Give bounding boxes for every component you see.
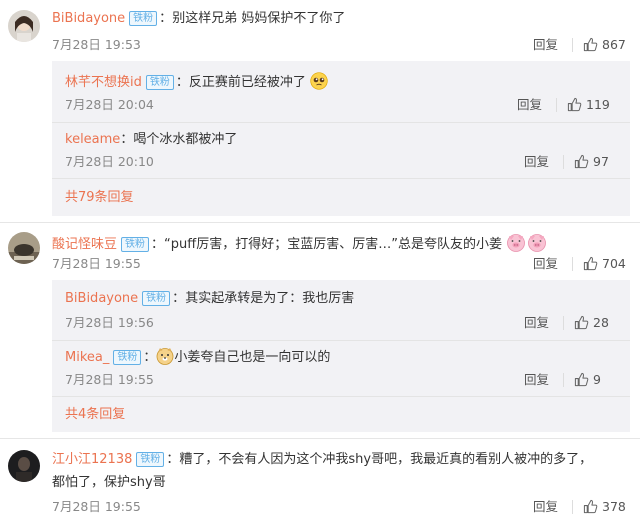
like-button[interactable]: 97 xyxy=(574,154,609,170)
username[interactable]: Mikea_ xyxy=(65,350,109,365)
like-button[interactable]: 9 xyxy=(574,372,601,388)
avatar[interactable] xyxy=(8,232,40,264)
pig-face-emoji xyxy=(506,232,548,258)
username[interactable]: BiBidayone xyxy=(52,11,125,26)
comment-line-2: 都怕了，保护shy哥 xyxy=(52,474,166,492)
like-count: 704 xyxy=(602,256,626,271)
more-replies-link[interactable]: 共4条回复 xyxy=(65,406,125,424)
comment-line: 江小江12138 铁粉 ：糟了，不会有人因为这个冲我shy哥吧，我最近真的看别人被冲… xyxy=(52,452,593,467)
timestamp: 7月28日 19:53 xyxy=(52,37,141,52)
like-count: 9 xyxy=(593,372,601,387)
username[interactable]: 酸记怪味豆 xyxy=(52,237,117,252)
like-count: 867 xyxy=(602,37,626,52)
reply-divider xyxy=(52,340,630,341)
reply-divider xyxy=(52,122,630,123)
more-replies-link[interactable]: 共79条回复 xyxy=(65,189,134,207)
replies-box: BiBidayone 铁粉 ：其实起承转是为了：我也厉害 7月28日 19:56 回… xyxy=(52,280,630,432)
timestamp: 7月28日 19:56 xyxy=(65,315,154,330)
comment-line: BiBidayone 铁粉 ：别这样兄弟 妈妈保护不了你了 xyxy=(52,11,346,26)
reply-text: 反正赛前已经被冲了 xyxy=(188,75,306,90)
thumbs-up-icon xyxy=(567,97,582,112)
doge-emoji xyxy=(156,347,174,371)
comment-text: “puff厉害，打得好；宝蓝厉害、厉害…”总是夸队友的小姜 xyxy=(164,237,502,252)
like-button[interactable]: 704 xyxy=(583,256,626,272)
thumbs-up-icon xyxy=(574,315,589,330)
thumbs-up-icon xyxy=(574,154,589,169)
fan-badge: 铁粉 xyxy=(142,291,171,306)
timestamp: 7月28日 19:55 xyxy=(52,499,141,514)
fan-badge: 铁粉 xyxy=(129,11,158,26)
reply-line: Mikea_ 铁粉：小姜夸自己也是一向可以的 xyxy=(65,347,330,371)
thumbs-up-icon xyxy=(574,372,589,387)
fan-badge: 铁粉 xyxy=(113,350,142,365)
reply-text: 其实起承转是为了：我也厉害 xyxy=(185,291,355,306)
divider xyxy=(563,155,564,169)
fan-badge: 铁粉 xyxy=(121,237,150,252)
like-count: 97 xyxy=(593,154,609,169)
divider xyxy=(572,257,573,271)
comment-text: 别这样兄弟 妈妈保护不了你了 xyxy=(172,11,346,26)
username[interactable]: BiBidayone xyxy=(65,291,138,306)
like-button[interactable]: 28 xyxy=(574,315,609,331)
like-count: 119 xyxy=(586,97,610,112)
like-button[interactable]: 867 xyxy=(583,37,626,53)
reply-line: keleame：喝个冰水都被冲了 xyxy=(65,132,238,147)
timestamp: 7月28日 20:10 xyxy=(65,154,154,169)
reply-text: 小姜夸自己也是一向可以的 xyxy=(174,350,331,365)
divider xyxy=(563,373,564,387)
divider xyxy=(572,38,573,52)
reply-text: 喝个冰水都被冲了 xyxy=(133,132,238,147)
like-count: 28 xyxy=(593,315,609,330)
reply-line: 林芊不想换id 铁粉 ：反正赛前已经被冲了 xyxy=(65,72,328,96)
fan-badge: 铁粉 xyxy=(145,75,174,90)
avatar-image xyxy=(8,450,40,482)
thumbs-up-icon xyxy=(583,256,598,271)
like-count: 378 xyxy=(602,499,626,514)
like-button[interactable]: 119 xyxy=(567,97,610,113)
fan-badge: 铁粉 xyxy=(136,452,165,467)
username[interactable]: 林芊不想换id xyxy=(65,75,142,90)
divider xyxy=(556,98,557,112)
reply-divider xyxy=(52,396,630,397)
pleading-face-emoji xyxy=(310,72,328,96)
reply-divider xyxy=(52,178,630,179)
reply-button[interactable]: 回复 xyxy=(524,154,549,170)
reply-button[interactable]: 回复 xyxy=(524,315,549,331)
comment-text: 糟了，不会有人因为这个冲我shy哥吧，我最近真的看别人被冲的多了， xyxy=(179,452,593,467)
reply-button[interactable]: 回复 xyxy=(533,256,558,272)
username[interactable]: keleame xyxy=(65,132,120,147)
comment-divider xyxy=(0,222,640,223)
reply-button[interactable]: 回复 xyxy=(524,372,549,388)
reply-button[interactable]: 回复 xyxy=(517,97,542,113)
avatar[interactable] xyxy=(8,450,40,482)
divider xyxy=(572,500,573,514)
timestamp: 7月28日 20:04 xyxy=(65,97,154,112)
avatar-image xyxy=(8,10,40,42)
reply-line: BiBidayone 铁粉 ：其实起承转是为了：我也厉害 xyxy=(65,291,355,306)
avatar-image xyxy=(8,232,40,264)
like-button[interactable]: 378 xyxy=(583,499,626,515)
comment-line: 酸记怪味豆 铁粉 ：“puff厉害，打得好；宝蓝厉害、厉害…”总是夸队友的小姜 xyxy=(52,232,548,258)
avatar[interactable] xyxy=(8,10,40,42)
divider xyxy=(563,316,564,330)
username[interactable]: 江小江12138 xyxy=(52,452,132,467)
timestamp: 7月28日 19:55 xyxy=(52,256,141,271)
comment-divider xyxy=(0,438,640,439)
thumbs-up-icon xyxy=(583,37,598,52)
reply-button[interactable]: 回复 xyxy=(533,37,558,53)
reply-button[interactable]: 回复 xyxy=(533,499,558,515)
replies-box: 林芊不想换id 铁粉 ：反正赛前已经被冲了 7月28日 20:04 回复 119 k… xyxy=(52,61,630,216)
comment-text: 都怕了，保护shy哥 xyxy=(52,475,166,490)
timestamp: 7月28日 19:55 xyxy=(65,372,154,387)
thumbs-up-icon xyxy=(583,499,598,514)
